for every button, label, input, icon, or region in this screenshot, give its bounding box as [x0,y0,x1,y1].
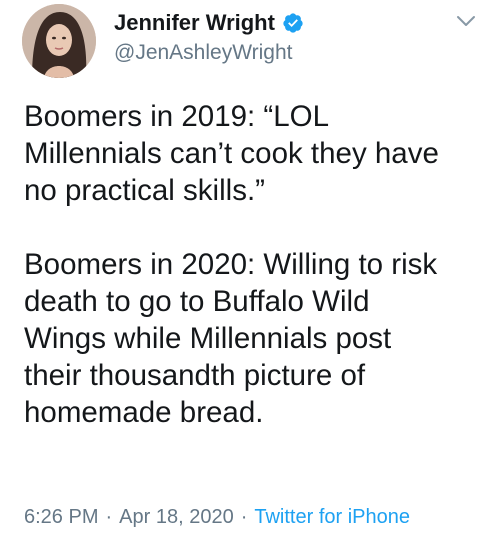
tweet-paragraph-1: Boomers in 2019: “LOL Millennials can’t … [24,98,486,209]
author-handle[interactable]: @JenAshleyWright [114,40,293,66]
tweet-meta: 6:26 PM · Apr 18, 2020 · Twitter for iPhone [24,504,410,530]
tweet-text: Boomers in 2019: “LOL Millennials can’t … [24,98,486,431]
tweet-line: Wings while Millennials post [24,322,392,355]
avatar-image [22,4,96,78]
tweet-paragraph-2: Boomers in 2020: Willing to risk death t… [24,246,486,431]
meta-separator: · [105,506,113,528]
avatar[interactable] [22,4,96,78]
meta-separator: · [240,506,248,528]
chevron-down-icon[interactable] [456,14,476,28]
author-name-row: Jennifer Wright [114,10,304,36]
tweet-line: Millennials can’t cook they have [24,137,439,170]
verified-badge-icon [283,13,303,33]
tweet-line: Boomers in 2020: Willing to risk [24,248,438,281]
tweet-line: no practical skills.” [24,174,265,207]
tweet-line: their thousandth picture of [24,359,366,392]
tweet-line: Boomers in 2019: “LOL [24,100,329,133]
tweet-date[interactable]: Apr 18, 2020 [119,506,234,528]
tweet-card: Jennifer Wright @JenAshleyWright Boomers… [0,0,504,540]
author-display-name[interactable]: Jennifer Wright [114,10,275,36]
tweet-line: homemade bread. [24,396,264,429]
tweet-source-link[interactable]: Twitter for iPhone [254,506,410,528]
tweet-line: death to go to Buffalo Wild [24,285,370,318]
tweet-time[interactable]: 6:26 PM [24,506,98,528]
